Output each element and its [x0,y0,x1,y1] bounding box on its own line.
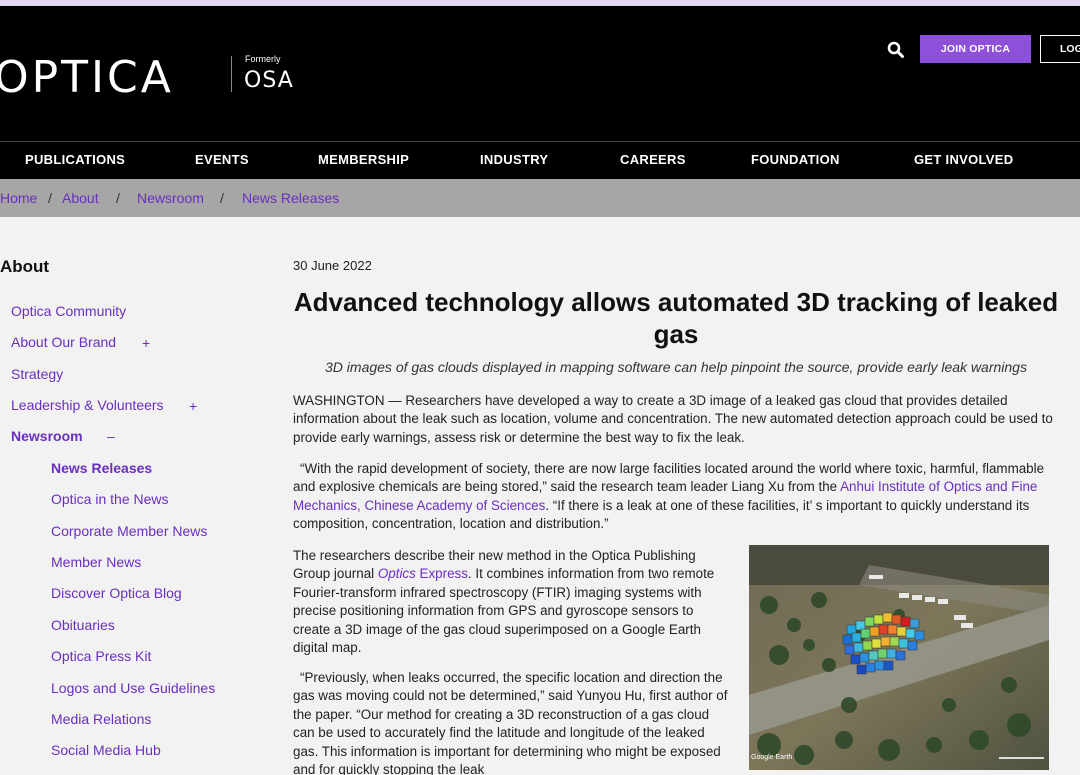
sidebar-item-optica-community[interactable]: Optica Community [11,303,126,319]
optica-logo[interactable]: OPTICA [0,54,174,102]
collapse-newsroom-icon[interactable]: – [107,428,115,444]
sidebar-item-optica-in-the-news[interactable]: Optica in the News [51,491,169,507]
expand-about-our-brand-icon[interactable]: + [142,335,150,351]
gas-cloud-map-image: Google Earth [749,545,1049,770]
sidebar-item-optica-press-kit[interactable]: Optica Press Kit [51,648,151,664]
breadcrumb-home[interactable]: Home [0,190,37,206]
breadcrumb-separator: / [220,190,224,206]
sidebar-item-leadership-volunteers[interactable]: Leadership & Volunteers [11,397,164,413]
sidebar-title: About [0,257,50,276]
site-header: OPTICA Formerly OSA JOIN OPTICA LOG [0,6,1080,142]
article-title: Advanced technology allows automated 3D … [293,287,1059,349]
article-date: 30 June 2022 [293,258,372,273]
join-optica-button[interactable]: JOIN OPTICA [920,35,1031,63]
nav-membership[interactable]: MEMBERSHIP [318,152,409,167]
optics-express-link[interactable]: Optics Express [378,566,468,581]
article-subtitle: 3D images of gas clouds displayed in map… [325,359,1027,375]
journal-name-rest: Express [415,566,468,582]
formerly-label: Formerly [245,54,281,64]
sidebar-item-obituaries[interactable]: Obituaries [51,617,115,633]
search-icon[interactable] [886,40,906,60]
article-paragraph-1: WASHINGTON — Researchers have developed … [293,393,1053,445]
main-nav: PUBLICATIONS EVENTS MEMBERSHIP INDUSTRY … [0,141,1080,179]
sidebar-item-media-relations[interactable]: Media Relations [51,711,151,727]
osa-logo: OSA [244,68,294,93]
article-paragraph-2: “With the rapid development of society, … [293,460,1059,534]
sidebar-item-about-our-brand[interactable]: About Our Brand [11,334,116,350]
journal-name-italic: Optics [377,566,416,582]
nav-industry[interactable]: INDUSTRY [480,152,548,167]
sidebar-item-strategy[interactable]: Strategy [11,366,63,382]
expand-leadership-icon[interactable]: + [189,398,197,414]
sidebar-item-member-news[interactable]: Member News [51,554,141,570]
breadcrumb-news-releases[interactable]: News Releases [242,190,339,206]
sidebar-item-corporate-member-news[interactable]: Corporate Member News [51,523,207,539]
breadcrumb-separator: / [116,190,120,206]
nav-events[interactable]: EVENTS [195,152,249,167]
sidebar-item-logos-guidelines[interactable]: Logos and Use Guidelines [51,680,215,696]
breadcrumb: Home / About / Newsroom / News Releases [0,179,1080,217]
login-button[interactable]: LOG [1040,35,1080,63]
breadcrumb-newsroom[interactable]: Newsroom [137,190,204,206]
photo-watermark: Google Earth [751,754,792,761]
sidebar-item-news-releases[interactable]: News Releases [51,460,152,476]
nav-careers[interactable]: CAREERS [620,152,686,167]
nav-foundation[interactable]: FOUNDATION [751,152,840,167]
article-paragraph-4: “Previously, when leaks occurred, the sp… [293,670,728,775]
breadcrumb-about[interactable]: About [62,190,99,206]
breadcrumb-separator: / [48,190,52,206]
logo-divider [231,56,232,92]
nav-get-involved[interactable]: GET INVOLVED [914,152,1013,167]
article-paragraph-3: The researchers describe their new metho… [293,547,725,657]
sidebar-item-newsroom[interactable]: Newsroom [11,428,83,444]
sidebar-item-discover-optica-blog[interactable]: Discover Optica Blog [51,585,182,601]
nav-publications[interactable]: PUBLICATIONS [25,152,125,167]
sidebar-item-social-media-hub[interactable]: Social Media Hub [51,742,161,758]
